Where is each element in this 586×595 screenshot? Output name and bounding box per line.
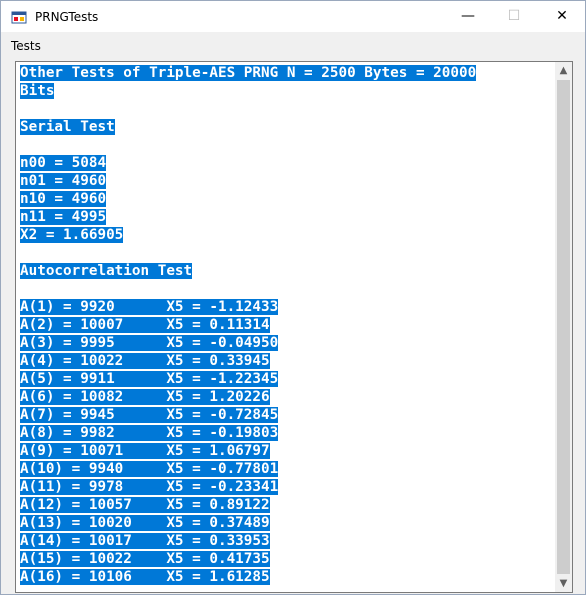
title-bar[interactable]: PRNGTests — ☐ ✕ — [1, 1, 585, 32]
output-line-text: A(2) = 10007 X5 = 0.11314 — [20, 317, 270, 333]
output-line-text: Bits — [20, 83, 55, 99]
output-line-text: A(4) = 10022 X5 = 0.33945 — [20, 353, 270, 369]
output-line-text: A(11) = 9978 X5 = -0.23341 — [20, 479, 279, 495]
output-line-text: A(8) = 9982 X5 = -0.19803 — [20, 425, 279, 441]
output-line: A(10) = 9940 X5 = -0.77801 — [20, 460, 552, 478]
output-line-text: A(3) = 9995 X5 = -0.04950 — [20, 335, 279, 351]
app-window-icon — [11, 11, 27, 24]
output-line-text: X2 = 1.66905 — [20, 227, 124, 243]
menu-item-tests[interactable]: Tests — [11, 38, 41, 54]
output-line: A(7) = 9945 X5 = -0.72845 — [20, 406, 552, 424]
output-line-text: n10 = 4960 — [20, 191, 107, 207]
output-line: Other Tests of Triple-AES PRNG N = 2500 … — [20, 64, 552, 82]
output-line-text: A(13) = 10020 X5 = 0.37489 — [20, 515, 270, 531]
output-line: A(11) = 9978 X5 = -0.23341 — [20, 478, 552, 496]
output-line-text: A(7) = 9945 X5 = -0.72845 — [20, 407, 279, 423]
output-line-text: A(14) = 10017 X5 = 0.33953 — [20, 533, 270, 549]
output-line: A(6) = 10082 X5 = 1.20226 — [20, 388, 552, 406]
output-line: A(15) = 10022 X5 = 0.41735 — [20, 550, 552, 568]
close-button[interactable]: ✕ — [539, 1, 585, 32]
output-line: A(12) = 10057 X5 = 0.89122 — [20, 496, 552, 514]
vertical-scrollbar[interactable]: ▲ ▼ — [555, 62, 572, 592]
output-line: A(4) = 10022 X5 = 0.33945 — [20, 352, 552, 370]
output-line-text: Other Tests of Triple-AES PRNG N = 2500 … — [20, 65, 477, 81]
output-line-text: A(6) = 10082 X5 = 1.20226 — [20, 389, 270, 405]
output-line-text: Serial Test — [20, 119, 115, 135]
output-line-text: n01 = 4960 — [20, 173, 107, 189]
scroll-up-icon[interactable]: ▲ — [555, 62, 572, 79]
output-line: A(1) = 9920 X5 = -1.12433 — [20, 298, 552, 316]
output-line-text: A(16) = 10106 X5 = 1.61285 — [20, 569, 270, 585]
scrollbar-thumb[interactable] — [557, 80, 570, 574]
maximize-button[interactable]: ☐ — [491, 1, 537, 32]
output-line-text: n00 = 5084 — [20, 155, 107, 171]
output-line-text: A(1) = 9920 X5 = -1.12433 — [20, 299, 279, 315]
output-line: X2 = 1.66905 — [20, 226, 552, 244]
window-title: PRNGTests — [35, 10, 99, 24]
output-text: Other Tests of Triple-AES PRNG N = 2500 … — [20, 64, 552, 586]
output-line: A(8) = 9982 X5 = -0.19803 — [20, 424, 552, 442]
output-line: n10 = 4960 — [20, 190, 552, 208]
minimize-button[interactable]: — — [445, 1, 491, 32]
output-line-text: Autocorrelation Test — [20, 263, 193, 279]
output-line: Autocorrelation Test — [20, 262, 552, 280]
output-line-text: A(15) = 10022 X5 = 0.41735 — [20, 551, 270, 567]
output-line: A(13) = 10020 X5 = 0.37489 — [20, 514, 552, 532]
output-line: A(9) = 10071 X5 = 1.06797 — [20, 442, 552, 460]
output-line-text: A(10) = 9940 X5 = -0.77801 — [20, 461, 279, 477]
output-line-text: A(12) = 10057 X5 = 0.89122 — [20, 497, 270, 513]
app-window: PRNGTests — ☐ ✕ Tests Other Tests of Tri… — [0, 0, 586, 595]
output-line: A(14) = 10017 X5 = 0.33953 — [20, 532, 552, 550]
output-line: n11 = 4995 — [20, 208, 552, 226]
output-line-text: A(9) = 10071 X5 = 1.06797 — [20, 443, 270, 459]
output-line: n01 = 4960 — [20, 172, 552, 190]
output-line: A(2) = 10007 X5 = 0.11314 — [20, 316, 552, 334]
output-line: n00 = 5084 — [20, 154, 552, 172]
menu-bar: Tests — [1, 32, 585, 59]
output-line-text: n11 = 4995 — [20, 209, 107, 225]
output-line: A(16) = 10106 X5 = 1.61285 — [20, 568, 552, 586]
output-line: Bits — [20, 82, 552, 100]
scroll-down-icon[interactable]: ▼ — [555, 575, 572, 592]
output-line: A(3) = 9995 X5 = -0.04950 — [20, 334, 552, 352]
output-line-text: A(5) = 9911 X5 = -1.22345 — [20, 371, 279, 387]
output-line: Serial Test — [20, 118, 552, 136]
output-line: A(5) = 9911 X5 = -1.22345 — [20, 370, 552, 388]
output-textbox[interactable]: Other Tests of Triple-AES PRNG N = 2500 … — [15, 61, 573, 593]
